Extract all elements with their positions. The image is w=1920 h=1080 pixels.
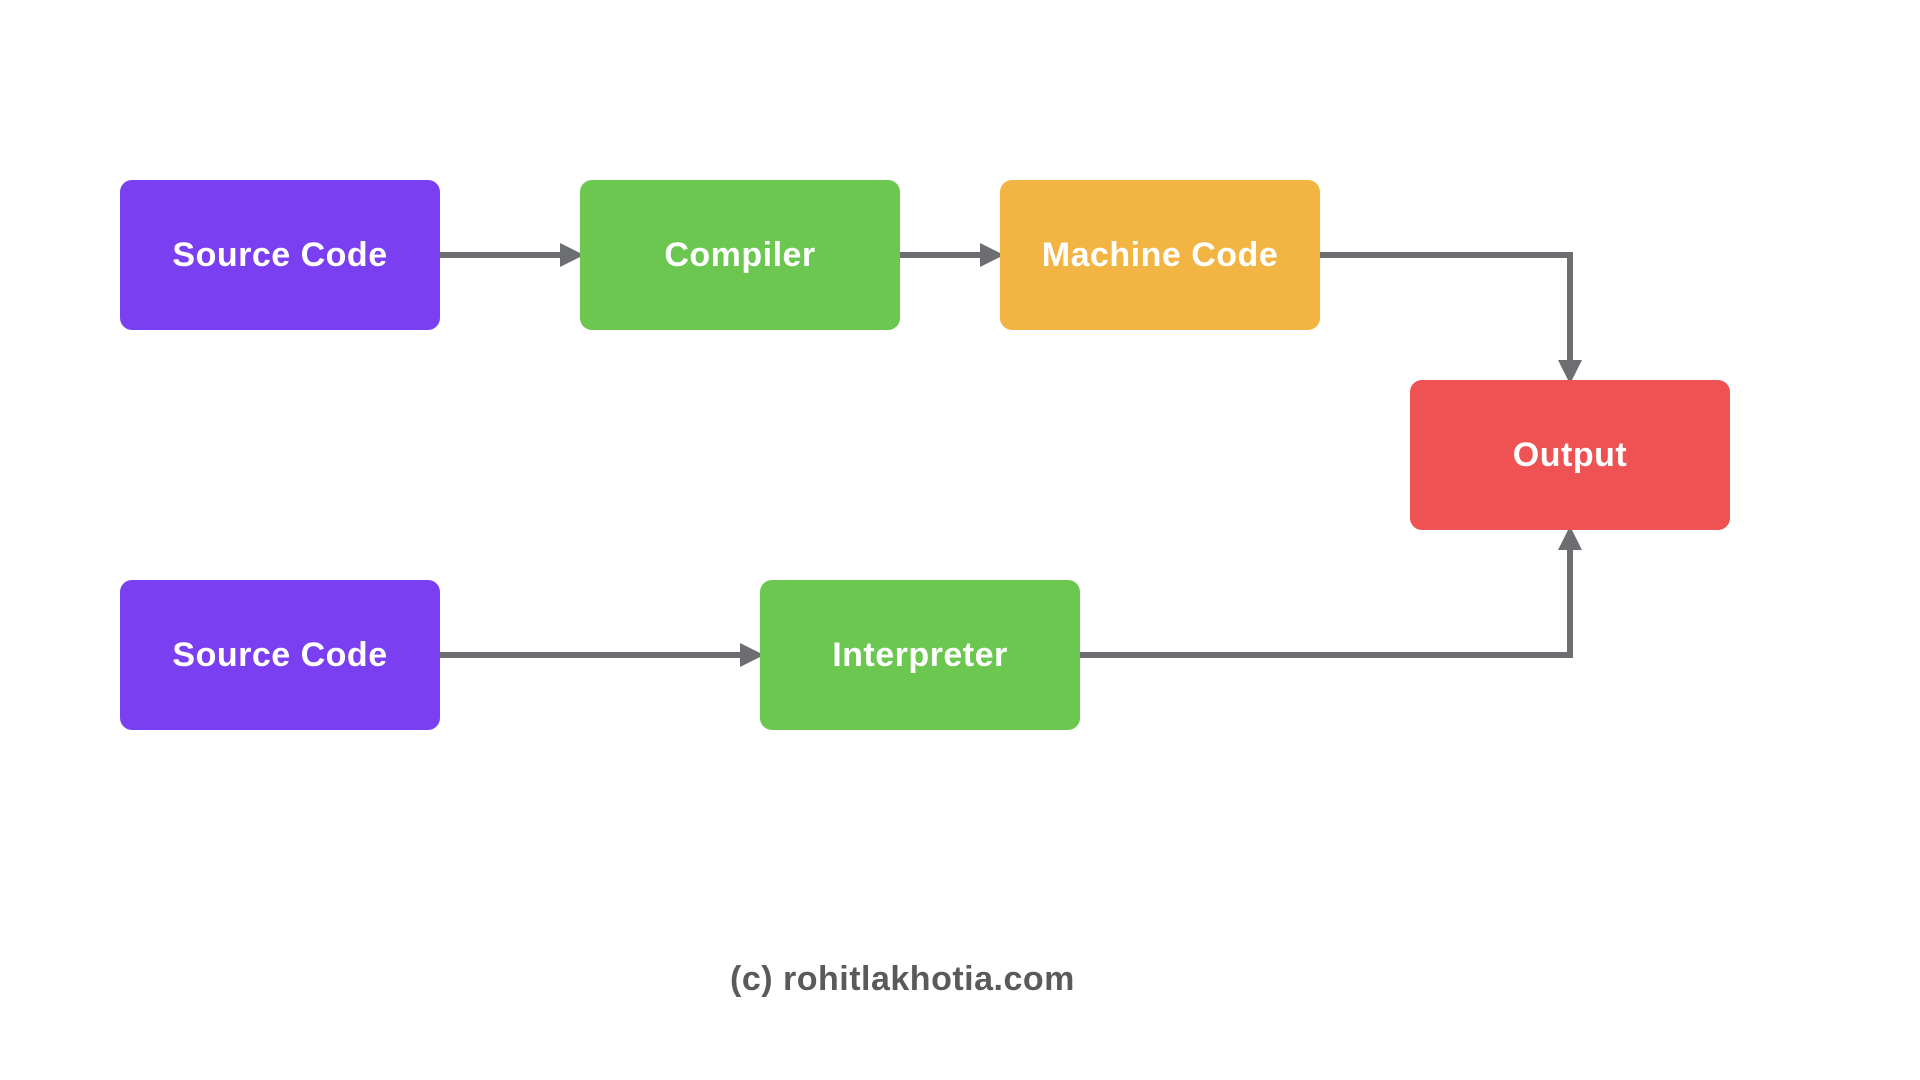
node-label: Source Code xyxy=(172,636,387,675)
diagram-canvas: Source Code Compiler Machine Code Output… xyxy=(0,0,1920,1080)
arrow-interpreter-to-output xyxy=(1080,526,1582,655)
attribution-text: (c) rohitlakhotia.com xyxy=(730,960,1075,999)
node-label: Interpreter xyxy=(832,636,1008,675)
node-label: Output xyxy=(1513,436,1627,475)
arrow-machine-to-output xyxy=(1320,255,1582,384)
node-output: Output xyxy=(1410,380,1730,530)
node-machine-code: Machine Code xyxy=(1000,180,1320,330)
node-label: Source Code xyxy=(172,236,387,275)
arrow-compiler-to-machine xyxy=(900,243,1004,267)
node-interpreter: Interpreter xyxy=(760,580,1080,730)
arrows-layer xyxy=(0,0,1920,1080)
node-source-code-top: Source Code xyxy=(120,180,440,330)
node-compiler: Compiler xyxy=(580,180,900,330)
node-source-code-bottom: Source Code xyxy=(120,580,440,730)
attribution-label: (c) rohitlakhotia.com xyxy=(730,960,1075,998)
arrow-source-to-compiler xyxy=(440,243,584,267)
node-label: Compiler xyxy=(664,236,815,275)
arrow-source-to-interpreter xyxy=(440,643,764,667)
node-label: Machine Code xyxy=(1042,236,1278,275)
